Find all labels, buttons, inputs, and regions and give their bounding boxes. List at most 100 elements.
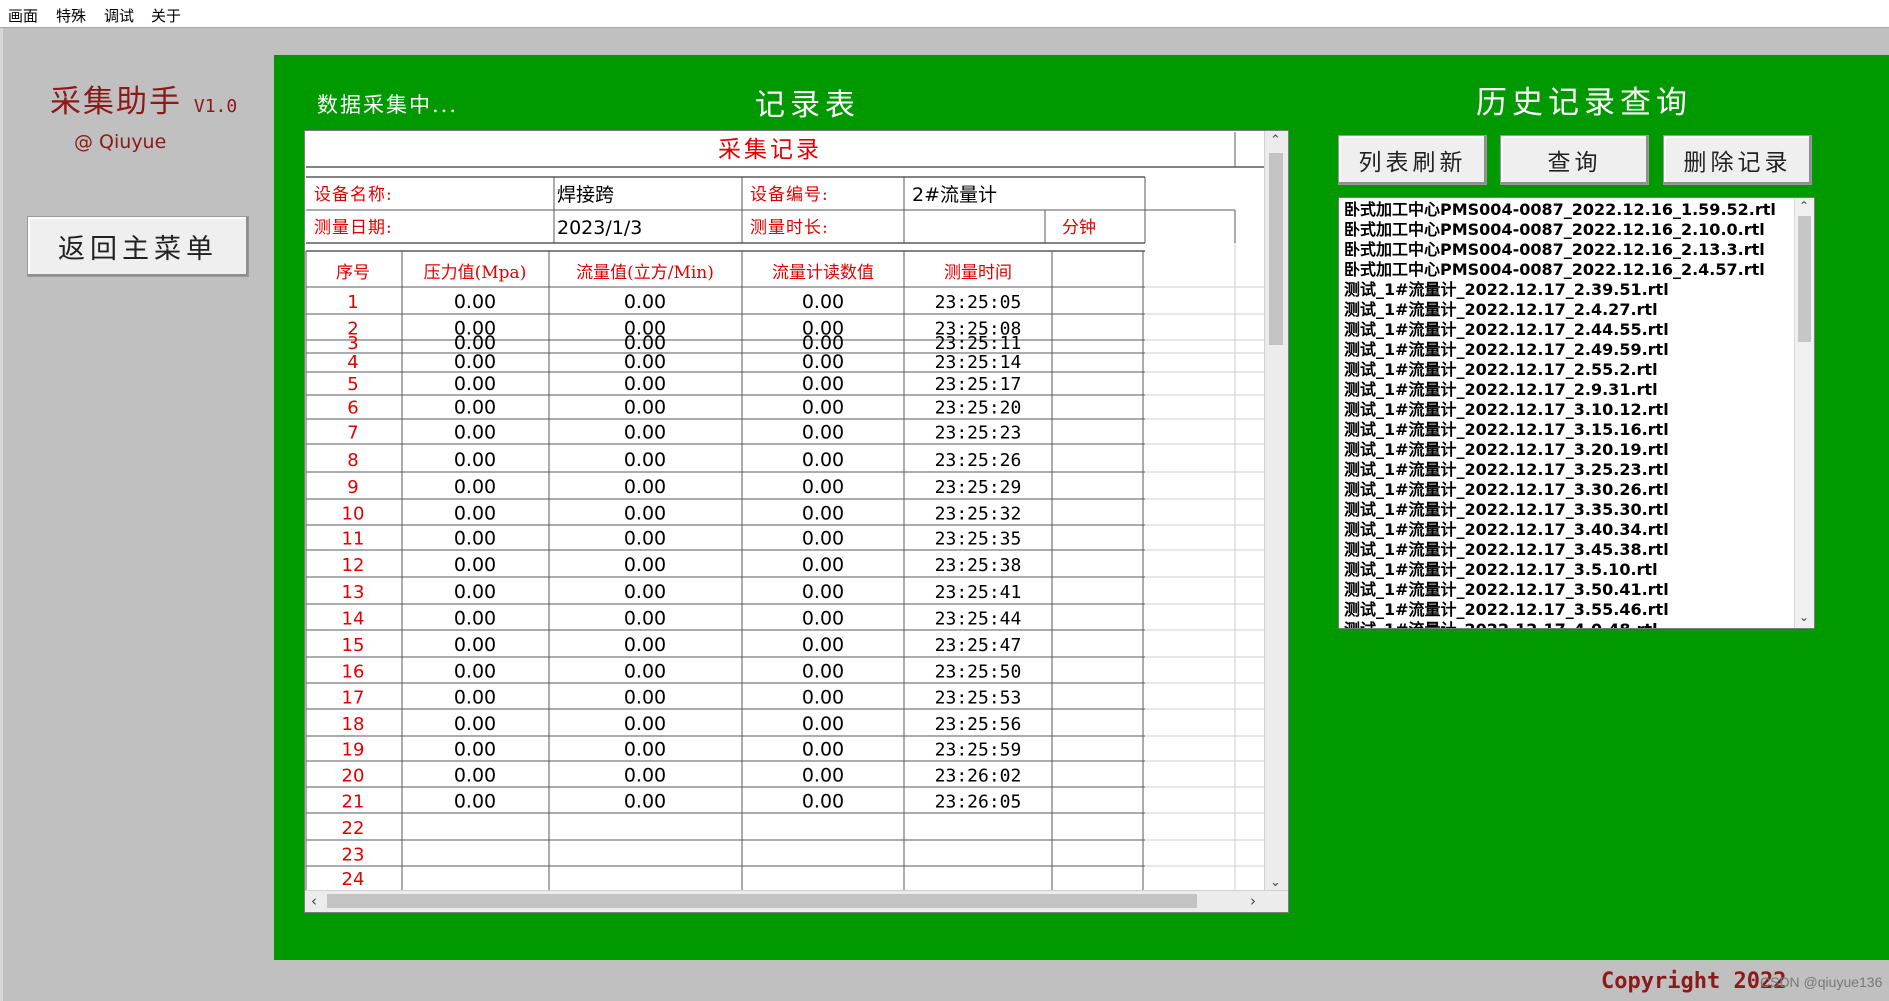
flow-cell: 0.00 (624, 449, 666, 471)
menu-item-screen[interactable]: 画面 (8, 5, 38, 26)
reading-cell: 0.00 (802, 502, 844, 524)
history-list-item[interactable]: 测试_1#流量计_2022.12.17_3.10.12.rtl (1344, 400, 1794, 420)
reading-cell: 0.00 (802, 686, 844, 708)
time-cell: 23:25:59 (935, 740, 1022, 761)
record-sheet[interactable]: 采集记录 设备名称: 焊接跨 设备编号: 2#流量计 测量日期: 2023/1/3 测量时长:… (304, 130, 1289, 913)
history-scroll-thumb[interactable] (1798, 216, 1811, 342)
flow-cell: 0.00 (624, 764, 666, 786)
row-index-cell: 11 (342, 529, 365, 550)
history-list-item[interactable]: 卧式加工中心PMS004-0087_2022.12.16_2.10.0.rtl (1344, 220, 1794, 240)
reading-cell: 0.00 (802, 528, 844, 550)
pressure-cell: 0.00 (454, 397, 496, 419)
flow-cell: 0.00 (624, 476, 666, 498)
history-list-item[interactable]: 测试_1#流量计_2022.12.17_4.0.48.rtl (1344, 620, 1794, 628)
pressure-cell: 0.00 (454, 660, 496, 682)
history-list-item[interactable]: 测试_1#流量计_2022.12.17_3.50.41.rtl (1344, 580, 1794, 600)
pressure-cell: 0.00 (454, 554, 496, 576)
row-index-cell: 17 (342, 687, 365, 708)
history-list-item[interactable]: 测试_1#流量计_2022.12.17_3.35.30.rtl (1344, 500, 1794, 520)
status-text: 数据采集中... (317, 93, 459, 117)
history-items: 卧式加工中心PMS004-0087_2022.12.16_1.59.52.rtl… (1344, 200, 1794, 628)
flow-cell: 0.00 (624, 790, 666, 812)
row-index-cell: 24 (342, 869, 365, 890)
record-title: 记录表 (755, 88, 860, 123)
row-index-cell: 23 (342, 844, 365, 865)
menu-item-special[interactable]: 特殊 (56, 5, 86, 26)
flow-cell: 0.00 (624, 660, 666, 682)
pressure-cell: 0.00 (454, 713, 496, 735)
history-vertical-scrollbar[interactable]: ⌃ ⌄ (1794, 198, 1814, 628)
menu-item-debug[interactable]: 调试 (104, 5, 134, 26)
history-list-item[interactable]: 卧式加工中心PMS004-0087_2022.12.16_2.4.57.rtl (1344, 260, 1794, 280)
history-list-item[interactable]: 测试_1#流量计_2022.12.17_2.55.2.rtl (1344, 360, 1794, 380)
sheet-horizontal-scrollbar[interactable]: ‹ › (305, 890, 1288, 912)
sheet-vertical-scrollbar[interactable]: ⌃ ⌄ (1264, 131, 1288, 893)
list-scroll-up-icon[interactable]: ⌃ (1799, 199, 1809, 213)
time-cell: 23:26:02 (935, 765, 1022, 786)
history-list-item[interactable]: 测试_1#流量计_2022.12.17_2.39.51.rtl (1344, 280, 1794, 300)
reading-cell: 0.00 (802, 351, 844, 373)
reading-cell: 0.00 (802, 476, 844, 498)
history-list-item[interactable]: 测试_1#流量计_2022.12.17_2.49.59.rtl (1344, 340, 1794, 360)
row-index-cell: 18 (342, 714, 365, 735)
history-list-item[interactable]: 测试_1#流量计_2022.12.17_2.4.27.rtl (1344, 300, 1794, 320)
device-no-value: 2#流量计 (912, 184, 997, 206)
history-list-item[interactable]: 测试_1#流量计_2022.12.17_2.44.55.rtl (1344, 320, 1794, 340)
query-button[interactable]: 查询 (1500, 135, 1649, 185)
time-cell: 23:25:05 (935, 292, 1022, 313)
duration-label: 测量时长: (750, 218, 829, 238)
reading-cell: 0.00 (802, 739, 844, 761)
scroll-up-icon[interactable]: ⌃ (1270, 133, 1281, 148)
pressure-cell: 0.00 (454, 764, 496, 786)
history-list-item[interactable]: 测试_1#流量计_2022.12.17_3.25.23.rtl (1344, 460, 1794, 480)
flow-cell: 0.00 (624, 528, 666, 550)
time-cell: 23:25:53 (935, 687, 1022, 708)
flow-cell: 0.00 (624, 739, 666, 761)
time-cell: 23:25:29 (935, 477, 1022, 498)
scroll-left-icon[interactable]: ‹ (311, 892, 317, 910)
history-list-item[interactable]: 测试_1#流量计_2022.12.17_3.20.19.rtl (1344, 440, 1794, 460)
copyright-text: Copyright 2022 (1601, 969, 1787, 994)
history-list-item[interactable]: 测试_1#流量计_2022.12.17_3.15.16.rtl (1344, 420, 1794, 440)
reading-cell: 0.00 (802, 790, 844, 812)
table-header-cell: 压力值(Mpa) (424, 263, 527, 283)
history-list-item[interactable]: 卧式加工中心PMS004-0087_2022.12.16_1.59.52.rtl (1344, 200, 1794, 220)
time-cell: 23:25:35 (935, 529, 1022, 550)
scroll-down-icon[interactable]: ⌄ (1270, 875, 1281, 890)
back-to-main-menu-button[interactable]: 返回主菜单 (27, 216, 249, 277)
history-list-item[interactable]: 测试_1#流量计_2022.12.17_3.5.10.rtl (1344, 560, 1794, 580)
row-index-cell: 9 (347, 477, 358, 498)
pressure-cell: 0.00 (454, 528, 496, 550)
list-refresh-button[interactable]: 列表刷新 (1338, 135, 1487, 185)
history-list-item[interactable]: 测试_1#流量计_2022.12.17_3.40.34.rtl (1344, 520, 1794, 540)
delete-record-button[interactable]: 删除记录 (1663, 135, 1812, 185)
table-header-cell: 序号 (336, 263, 370, 283)
history-list-item[interactable]: 测试_1#流量计_2022.12.17_2.9.31.rtl (1344, 380, 1794, 400)
time-cell: 23:25:41 (935, 582, 1022, 603)
device-name-value: 焊接跨 (557, 184, 614, 206)
history-list-item[interactable]: 测试_1#流量计_2022.12.17_3.45.38.rtl (1344, 540, 1794, 560)
sheet-vscroll-thumb[interactable] (1269, 153, 1283, 345)
history-list-item[interactable]: 测试_1#流量计_2022.12.17_3.30.26.rtl (1344, 480, 1794, 500)
scroll-right-icon[interactable]: › (1250, 892, 1256, 910)
row-index-cell: 10 (342, 503, 365, 524)
flow-cell: 0.00 (624, 581, 666, 603)
reading-cell: 0.00 (802, 449, 844, 471)
reading-cell: 0.00 (802, 291, 844, 313)
menu-item-about[interactable]: 关于 (151, 5, 181, 26)
device-no-label: 设备编号: (750, 185, 829, 205)
reading-cell: 0.00 (802, 397, 844, 419)
flow-cell: 0.00 (624, 554, 666, 576)
pressure-cell: 0.00 (454, 502, 496, 524)
window-edge (0, 28, 3, 1001)
time-cell: 23:25:14 (935, 352, 1022, 373)
history-title: 历史记录查询 (1476, 85, 1692, 121)
row-index-cell: 22 (342, 818, 365, 839)
pressure-cell: 0.00 (454, 351, 496, 373)
reading-cell: 0.00 (802, 660, 844, 682)
history-list-item[interactable]: 测试_1#流量计_2022.12.17_3.55.46.rtl (1344, 600, 1794, 620)
history-listbox[interactable]: 卧式加工中心PMS004-0087_2022.12.16_1.59.52.rtl… (1338, 197, 1815, 629)
list-scroll-down-icon[interactable]: ⌄ (1799, 610, 1809, 624)
history-list-item[interactable]: 卧式加工中心PMS004-0087_2022.12.16_2.13.3.rtl (1344, 240, 1794, 260)
sheet-hscroll-thumb[interactable] (327, 894, 1197, 908)
